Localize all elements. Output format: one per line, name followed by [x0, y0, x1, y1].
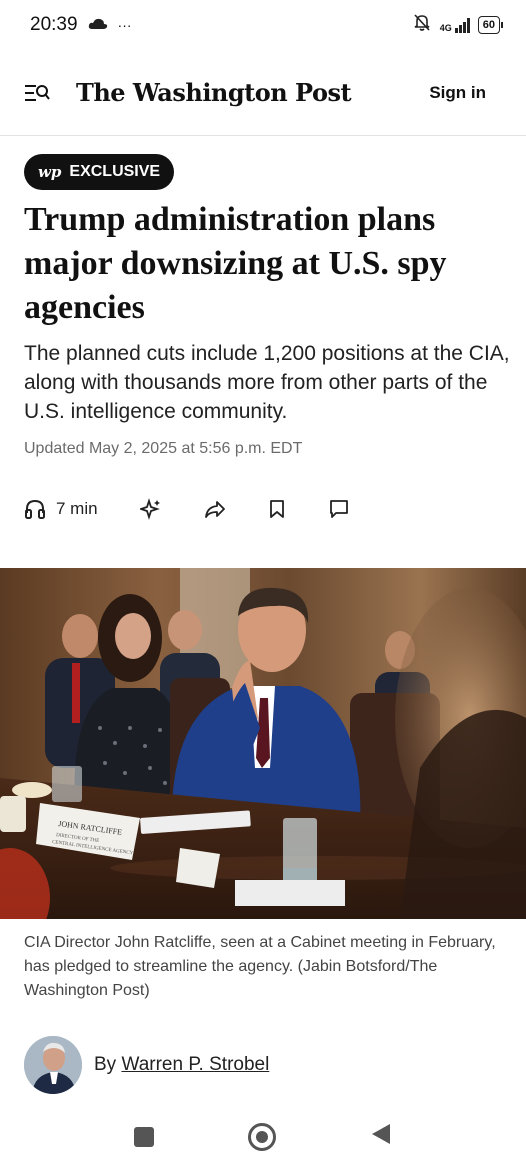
- lead-photo[interactable]: JOHN RATCLIFFE DIRECTOR OF THE CENTRAL I…: [0, 568, 526, 919]
- badge-mark: wp: [38, 163, 62, 181]
- cloud-icon: [88, 14, 108, 36]
- back-button[interactable]: [370, 1122, 392, 1151]
- badge-label: EXCLUSIVE: [69, 163, 161, 180]
- bookmark-icon: [268, 499, 286, 519]
- share-icon: [204, 499, 226, 519]
- comment-icon: [328, 499, 350, 519]
- article-headline: Trump administration plans major downsiz…: [24, 201, 447, 326]
- status-more: ···: [117, 17, 132, 33]
- signal-icon: 4G: [440, 17, 470, 33]
- status-time: 20:39: [30, 14, 78, 35]
- battery-icon: 60: [477, 16, 504, 34]
- share-button[interactable]: [204, 499, 226, 519]
- author-link[interactable]: Warren P. Strobel: [121, 1054, 269, 1075]
- exclusive-badge: wp EXCLUSIVE: [24, 154, 175, 190]
- listen-time: 7 min: [56, 499, 98, 518]
- author-avatar[interactable]: [24, 1036, 82, 1094]
- article-updated: Updated May 2, 2025 at 5:56 p.m. EDT: [24, 440, 303, 457]
- site-logo[interactable]: The Washington Post: [76, 78, 352, 107]
- article-subhead: The planned cuts include 1,200 positions…: [24, 342, 510, 423]
- ai-summary-button[interactable]: [139, 498, 162, 520]
- headphones-icon: [24, 499, 46, 519]
- listen-button[interactable]: 7 min: [24, 499, 98, 519]
- site-header: The Washington Post Sign in: [0, 50, 526, 136]
- cabinet-meeting-photo: JOHN RATCLIFFE DIRECTOR OF THE CENTRAL I…: [0, 568, 526, 919]
- recent-apps-button[interactable]: [134, 1126, 154, 1147]
- system-nav-bar: [0, 1104, 526, 1169]
- sparkle-icon: [139, 498, 162, 520]
- photo-caption: CIA Director John Ratcliffe, seen at a C…: [24, 934, 496, 999]
- notifications-off-icon: [412, 12, 432, 38]
- byline-prefix: By: [94, 1054, 117, 1075]
- comments-button[interactable]: [328, 499, 350, 519]
- byline: By Warren P. Strobel: [24, 1036, 269, 1094]
- sign-in-link[interactable]: Sign in: [429, 83, 486, 103]
- save-button[interactable]: [268, 499, 286, 519]
- article-actions: 7 min: [24, 494, 350, 524]
- home-button[interactable]: [248, 1122, 276, 1151]
- status-bar: 20:39 ··· 4G 60: [0, 0, 526, 50]
- menu-search-icon[interactable]: [24, 80, 54, 106]
